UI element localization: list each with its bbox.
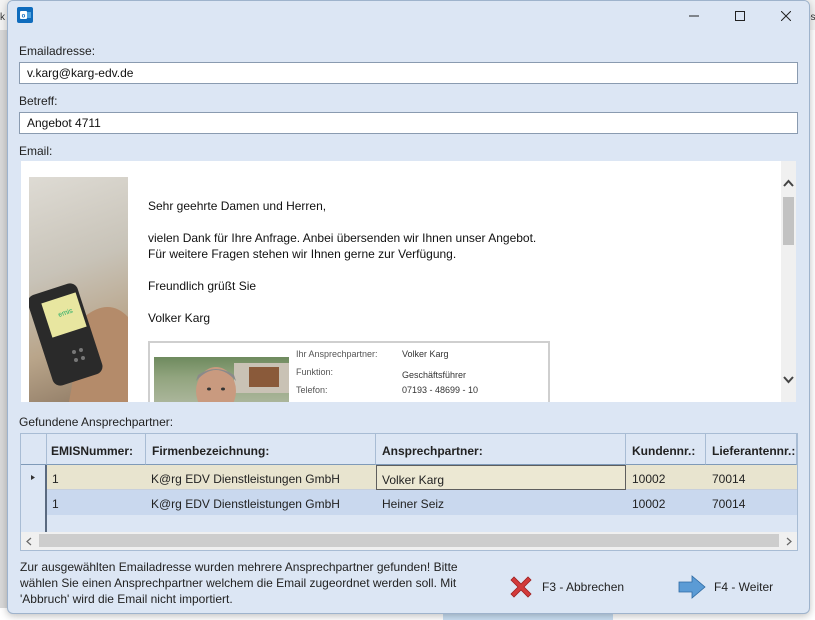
email-vertical-scrollbar[interactable]: [781, 161, 796, 402]
title-bar: o: [8, 1, 809, 31]
maximize-icon: [735, 11, 745, 21]
email-body-line: vielen Dank für Ihre Anfrage. Anbei über…: [148, 231, 537, 245]
next-button[interactable]: F4 - Weiter: [678, 571, 773, 603]
cell-kunde[interactable]: 10002: [626, 490, 706, 515]
signature-function-label: Funktion:: [296, 367, 334, 377]
scroll-right-icon[interactable]: [786, 537, 792, 546]
email-address-field[interactable]: v.karg@karg-edv.de: [19, 62, 798, 84]
next-button-label: F4 - Weiter: [714, 580, 774, 594]
email-address-label: Emailadresse:: [19, 44, 96, 58]
close-button[interactable]: [763, 1, 809, 31]
cell-emis[interactable]: 1: [47, 490, 146, 515]
row-selector[interactable]: [21, 490, 47, 515]
cell-lieferant[interactable]: 70014: [706, 465, 797, 490]
arrow-right-icon: [678, 575, 706, 599]
person-portrait: [196, 363, 289, 402]
column-header-emis[interactable]: EMISNummer:: [47, 434, 146, 465]
row-selector[interactable]: [21, 465, 47, 490]
column-header-kunde[interactable]: Kundennr.:: [626, 434, 706, 465]
cell-partner[interactable]: Heiner Seiz: [376, 490, 626, 515]
info-message: Zur ausgewählten Emailadresse wurden meh…: [20, 560, 458, 606]
scrollbar-thumb[interactable]: [783, 197, 794, 245]
outlook-icon: o: [17, 7, 33, 23]
cell-emis[interactable]: 1: [47, 465, 146, 490]
cell-partner-focused[interactable]: Volker Karg: [376, 465, 626, 490]
minimize-button[interactable]: [671, 1, 717, 31]
import-email-dialog: o Emailadresse: v.karg@karg-edv.de Betre…: [7, 0, 810, 614]
minimize-icon: [689, 15, 699, 17]
email-greeting: Sehr geehrte Damen und Herren,: [148, 199, 327, 213]
column-header-partner[interactable]: Ansprechpartner:: [376, 434, 626, 465]
email-sender-name: Volker Karg: [148, 311, 211, 325]
column-header-firma[interactable]: Firmenbezeichnung:: [146, 434, 376, 465]
email-closing: Freundlich grüßt Sie: [148, 279, 257, 293]
table-row[interactable]: 1 K@rg EDV Dienstleistungen GmbH Volker …: [21, 465, 797, 490]
signature-card: Ihr Ansprechpartner: Volker Karg Funktio…: [148, 341, 550, 402]
column-header-lieferant[interactable]: Lieferantennr.:: [706, 434, 797, 465]
grid-horizontal-scrollbar[interactable]: [21, 532, 797, 550]
cancel-button-label: F3 - Abbrechen: [542, 580, 625, 594]
background-text-fragment: k: [0, 12, 5, 23]
signature-phone-value: 07193 - 48699 - 10: [402, 385, 479, 395]
cancel-x-icon: [510, 576, 532, 598]
close-icon: [781, 11, 791, 21]
row-header-filler: [21, 515, 47, 532]
svg-text:o: o: [22, 14, 26, 20]
email-body-line: Für weitere Fragen stehen wir Ihnen gern…: [148, 247, 457, 261]
cell-lieferant[interactable]: 70014: [706, 490, 797, 515]
row-indicator-icon: [31, 475, 35, 480]
product-photo: emis: [29, 177, 128, 402]
signature-function-value: Geschäftsführer: [402, 370, 467, 380]
cell-kunde[interactable]: 10002: [626, 465, 706, 490]
cell-firma[interactable]: K@rg EDV Dienstleistungen GmbH: [146, 490, 376, 515]
subject-field[interactable]: Angebot 4711: [19, 112, 798, 134]
signature-contact-value: Volker Karg: [402, 349, 449, 359]
email-body-label: Email:: [19, 144, 53, 158]
scroll-down-icon[interactable]: [783, 376, 794, 384]
email-preview[interactable]: emis Sehr geehrte Damen und Herren, viel…: [21, 161, 796, 402]
scroll-left-icon[interactable]: [26, 537, 32, 546]
signature-phone-label: Telefon:: [296, 385, 328, 395]
contacts-section-label: Gefundene Ansprechpartner:: [19, 415, 174, 429]
contacts-grid: EMISNummer: Firmenbezeichnung: Ansprechp…: [20, 433, 798, 551]
table-row[interactable]: 1 K@rg EDV Dienstleistungen GmbH Heiner …: [21, 490, 797, 515]
scrollbar-thumb[interactable]: [39, 534, 779, 547]
cancel-button[interactable]: F3 - Abbrechen: [508, 571, 624, 603]
subject-label: Betreff:: [19, 94, 58, 108]
handheld-device-image: emis: [29, 283, 128, 402]
scroll-up-icon[interactable]: [783, 179, 794, 187]
maximize-button[interactable]: [717, 1, 763, 31]
cell-firma[interactable]: K@rg EDV Dienstleistungen GmbH: [146, 465, 376, 490]
signature-contact-label: Ihr Ansprechpartner:: [296, 349, 378, 359]
row-header-corner: [21, 434, 47, 465]
signature-photo: [154, 357, 289, 402]
